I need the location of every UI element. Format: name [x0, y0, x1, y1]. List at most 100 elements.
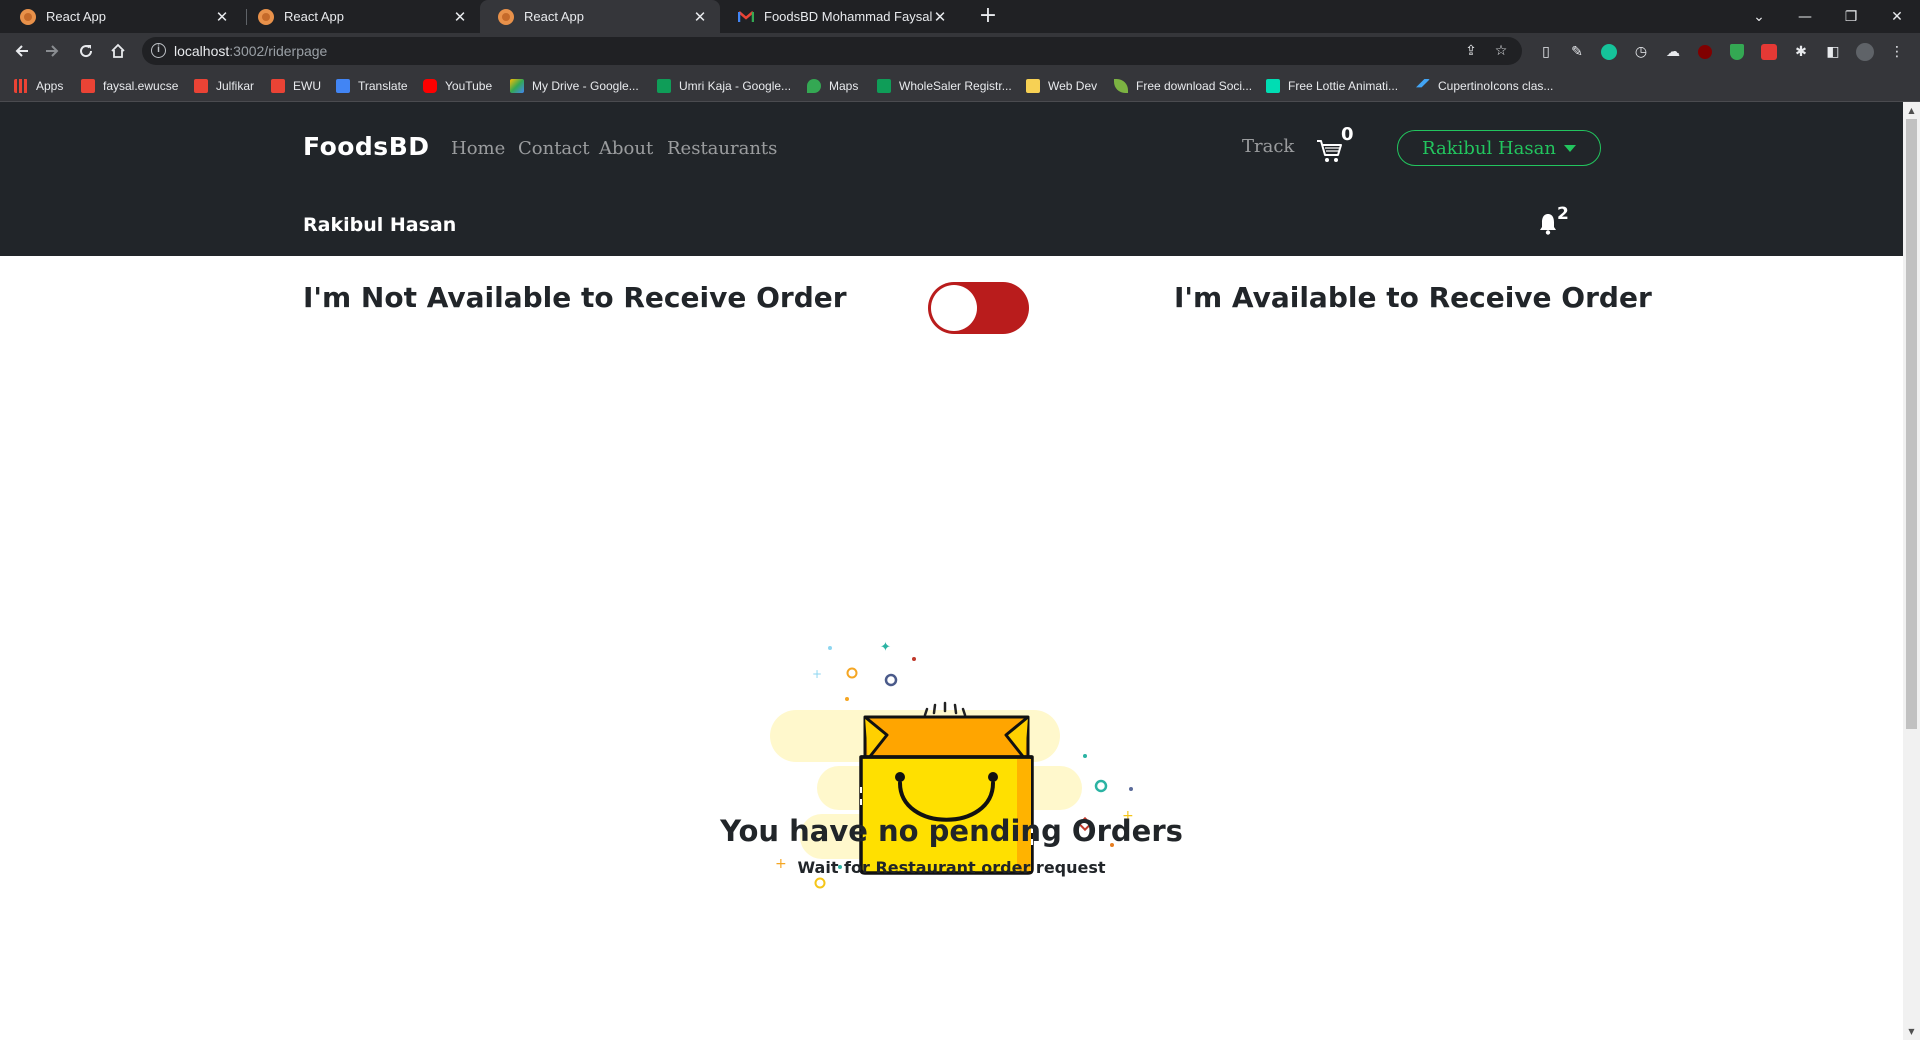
device-icon[interactable]: ▯ [1537, 43, 1555, 61]
bookmark-item[interactable]: Free Lottie Animati... [1266, 77, 1398, 95]
red-extension-icon[interactable] [1760, 43, 1778, 61]
react-app-favicon-icon [20, 8, 36, 25]
reload-icon[interactable] [72, 37, 100, 65]
svg-text:✦: ✦ [880, 640, 891, 655]
new-tab-icon[interactable]: + [976, 4, 1000, 28]
bookmark-item[interactable]: My Drive - Google... [510, 77, 639, 95]
react-app-favicon-icon [498, 8, 514, 25]
bookmark-item[interactable]: WholeSaler Registr... [877, 77, 1012, 95]
nav-link-home[interactable]: Home [451, 138, 505, 159]
cart-count-badge: 0 [1341, 124, 1354, 145]
not-available-label: I'm Not Available to Receive Order [303, 281, 847, 314]
browser-tab-active[interactable]: React App ✕ [480, 0, 720, 33]
home-icon[interactable] [104, 37, 132, 65]
bookmark-item[interactable]: Free download Soci... [1114, 77, 1252, 95]
bookmark-item[interactable]: Translate [336, 77, 408, 95]
react-app-favicon-icon [258, 8, 274, 25]
close-tab-icon[interactable]: ✕ [692, 8, 708, 26]
side-panel-icon[interactable]: ◧ [1824, 43, 1842, 61]
gmail-icon [81, 79, 95, 93]
scroll-down-icon[interactable]: ▼ [1903, 1023, 1920, 1040]
clock-extension-icon[interactable]: ◷ [1632, 43, 1650, 61]
grammarly-icon[interactable] [1600, 43, 1618, 61]
menu-kebab-icon[interactable]: ⋮ [1888, 43, 1906, 61]
page-scrollbar[interactable]: ▲ ▼ [1903, 102, 1920, 1040]
user-dropdown-label: Rakibul Hasan [1422, 137, 1556, 159]
close-tab-icon[interactable]: ✕ [214, 8, 230, 26]
bookmark-item[interactable]: Julfikar [194, 77, 254, 95]
site-info-icon[interactable]: i [151, 43, 166, 58]
ublock-icon[interactable] [1696, 43, 1714, 61]
tab-title: React App [524, 9, 584, 24]
gmail-favicon-icon [737, 9, 755, 25]
address-bar[interactable]: i localhost:3002/riderpage ⇪ ☆ [142, 37, 1522, 65]
nav-link-about[interactable]: About [599, 138, 653, 159]
browser-toolbar: i localhost:3002/riderpage ⇪ ☆ ▯ ✎ ◷ ☁ ✱… [0, 33, 1920, 70]
shield-icon[interactable] [1728, 43, 1746, 61]
google-sheets-icon [877, 79, 891, 93]
empty-state-title: You have no pending Orders [720, 814, 1183, 848]
nav-link-restaurants[interactable]: Restaurants [667, 138, 777, 159]
bookmark-item[interactable]: YouTube [423, 77, 492, 95]
user-dropdown-button[interactable]: Rakibul Hasan [1397, 130, 1601, 166]
bookmark-item[interactable]: CupertinoIcons clas... [1416, 77, 1553, 95]
forward-icon[interactable] [38, 37, 66, 65]
bell-icon[interactable] [1538, 213, 1558, 235]
minimize-icon[interactable]: — [1782, 0, 1828, 33]
translate-icon [336, 79, 350, 93]
bookmark-item[interactable]: EWU [271, 77, 321, 95]
page-viewport: FoodsBD Home Contact About Restaurants T… [0, 102, 1903, 1040]
bookmark-item[interactable]: faysal.ewucse [81, 77, 178, 95]
folder-icon [1026, 79, 1040, 93]
tab-title: React App [284, 9, 344, 24]
google-sheets-icon [657, 79, 671, 93]
browser-tab[interactable]: React App ✕ [240, 0, 480, 33]
notification-count-badge: 2 [1557, 204, 1569, 224]
flutter-icon [1416, 79, 1430, 88]
share-icon[interactable]: ⇪ [1462, 42, 1480, 60]
close-window-icon[interactable]: ✕ [1874, 0, 1920, 33]
availability-toggle[interactable] [928, 282, 1029, 334]
profile-avatar-icon[interactable] [1856, 43, 1874, 61]
lottie-icon [1266, 79, 1280, 93]
caret-down-icon [1563, 144, 1576, 152]
bookmark-item[interactable]: Maps [807, 77, 858, 95]
close-tab-icon[interactable]: ✕ [452, 8, 468, 26]
brand-logo[interactable]: FoodsBD [303, 132, 430, 161]
google-drive-icon [510, 79, 524, 93]
browser-tab-bar: React App ✕ React App ✕ React App ✕ Food… [0, 0, 1920, 33]
puzzle-extensions-icon[interactable]: ✱ [1792, 43, 1810, 61]
tab-title: FoodsBD Mohammad Faysal - fa [764, 9, 932, 24]
gmail-icon [271, 79, 285, 93]
bookmark-star-icon[interactable]: ☆ [1492, 42, 1510, 60]
site-header: FoodsBD Home Contact About Restaurants T… [0, 102, 1903, 256]
scrollbar-thumb[interactable] [1906, 119, 1917, 729]
bookmark-item[interactable]: Web Dev [1026, 77, 1097, 95]
available-label: I'm Available to Receive Order [1174, 281, 1652, 314]
bookmarks-bar: Apps faysal.ewucse Julfikar EWU Translat… [0, 70, 1920, 102]
tab-search-icon[interactable]: ⌄ [1736, 0, 1782, 33]
browser-tab[interactable]: React App ✕ [2, 0, 242, 33]
youtube-icon [423, 79, 437, 93]
toggle-knob [931, 285, 977, 331]
url-text: localhost:3002/riderpage [174, 43, 328, 59]
bookmark-apps[interactable]: Apps [14, 77, 63, 95]
pen-extension-icon[interactable]: ✎ [1568, 43, 1586, 61]
leaf-icon [1114, 79, 1128, 93]
cart-icon[interactable] [1316, 138, 1344, 164]
rider-name: Rakibul Hasan [303, 214, 457, 236]
track-link[interactable]: Track [1242, 136, 1294, 157]
bookmark-item[interactable]: Umri Kaja - Google... [657, 77, 791, 95]
scroll-up-icon[interactable]: ▲ [1903, 102, 1920, 119]
restore-icon[interactable]: ❐ [1828, 0, 1874, 33]
empty-state-subtitle: Wait for Restaurant order request [797, 858, 1106, 877]
cloud-extension-icon[interactable]: ☁ [1664, 43, 1682, 61]
apps-grid-icon [14, 79, 28, 93]
gmail-icon [194, 79, 208, 93]
browser-tab[interactable]: FoodsBD Mohammad Faysal - fa ✕ [720, 0, 960, 33]
close-tab-icon[interactable]: ✕ [932, 8, 948, 26]
svg-text:+: + [812, 667, 822, 681]
back-icon[interactable] [8, 37, 36, 65]
maps-pin-icon [807, 79, 821, 93]
nav-link-contact[interactable]: Contact [518, 138, 589, 159]
